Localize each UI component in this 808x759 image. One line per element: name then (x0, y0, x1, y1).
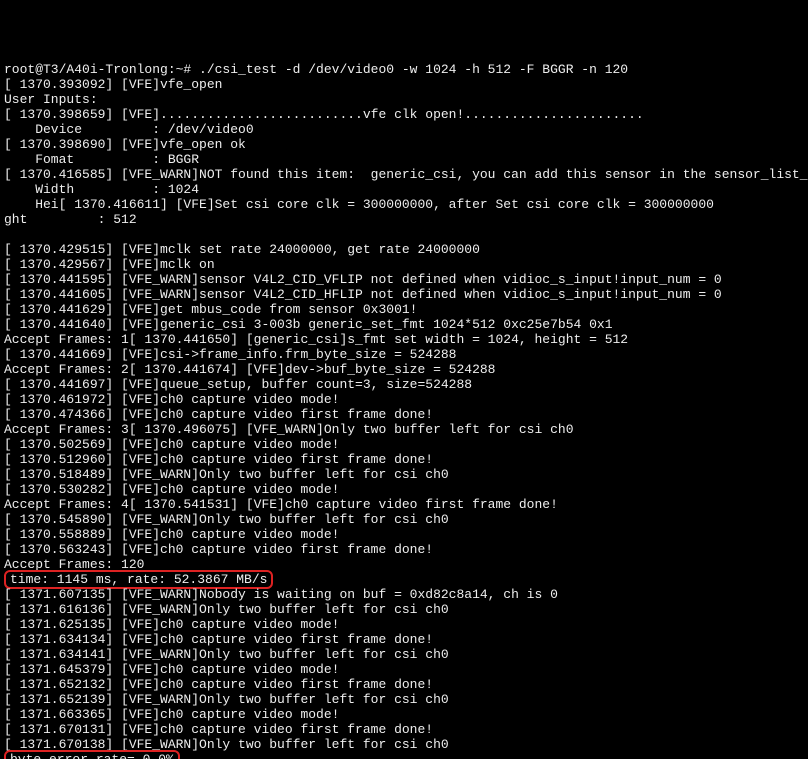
log-line: [ 1370.441669] [VFE]csi->frame_info.frm_… (4, 347, 456, 362)
log-line: Accept Frames: 2[ 1370.441674] [VFE]dev-… (4, 362, 495, 377)
log-line: [ 1370.461972] [VFE]ch0 capture video mo… (4, 392, 339, 407)
log-line: [ 1371.616136] [VFE_WARN]Only two buffer… (4, 602, 449, 617)
log-line: [ 1370.563243] [VFE]ch0 capture video fi… (4, 542, 433, 557)
log-line: [ 1371.634134] [VFE]ch0 capture video fi… (4, 632, 433, 647)
log-line: [ 1370.474366] [VFE]ch0 capture video fi… (4, 407, 433, 422)
log-line: [ 1370.545890] [VFE_WARN]Only two buffer… (4, 512, 449, 527)
log-line: [ 1371.663365] [VFE]ch0 capture video mo… (4, 707, 339, 722)
log-line: [ 1371.670131] [VFE]ch0 capture video fi… (4, 722, 433, 737)
log-line: Accept Frames: 3[ 1370.496075] [VFE_WARN… (4, 422, 574, 437)
log-line: [ 1370.502569] [VFE]ch0 capture video mo… (4, 437, 339, 452)
log-line: [ 1370.441640] [VFE]generic_csi 3-003b g… (4, 317, 613, 332)
terminal-output[interactable]: root@T3/A40i-Tronlong:~# ./csi_test -d /… (0, 60, 808, 759)
log-line: Accept Frames: 4[ 1370.541531] [VFE]ch0 … (4, 497, 558, 512)
log-line: [ 1371.652139] [VFE_WARN]Only two buffer… (4, 692, 449, 707)
log-line: [ 1370.393092] [VFE]vfe_open (4, 77, 222, 92)
log-line: [ 1371.634141] [VFE_WARN]Only two buffer… (4, 647, 449, 662)
log-line: Width : 1024 (4, 182, 199, 197)
log-line: [ 1370.416585] [VFE_WARN]NOT found this … (4, 167, 808, 182)
highlight-byte-error-rate: byte error rate= 0.0% (4, 750, 180, 759)
log-line: Device : /dev/video0 (4, 122, 254, 137)
log-line: [ 1371.652132] [VFE]ch0 capture video fi… (4, 677, 433, 692)
log-line: [ 1370.441697] [VFE]queue_setup, buffer … (4, 377, 472, 392)
log-line: Accept Frames: 1[ 1370.441650] [generic_… (4, 332, 628, 347)
log-line: [ 1370.441595] [VFE_WARN]sensor V4L2_CID… (4, 272, 722, 287)
log-line: User Inputs: (4, 92, 98, 107)
log-line: [ 1370.429515] [VFE]mclk set rate 240000… (4, 242, 480, 257)
log-line: [ 1371.607135] [VFE_WARN]Nobody is waiti… (4, 587, 558, 602)
log-line: Fomat : BGGR (4, 152, 199, 167)
log-line: [ 1370.530282] [VFE]ch0 capture video mo… (4, 482, 339, 497)
log-line: [ 1371.625135] [VFE]ch0 capture video mo… (4, 617, 339, 632)
log-line: [ 1370.441629] [VFE]get mbus_code from s… (4, 302, 417, 317)
log-line: [ 1370.441605] [VFE_WARN]sensor V4L2_CID… (4, 287, 722, 302)
log-line: [ 1370.558889] [VFE]ch0 capture video mo… (4, 527, 339, 542)
log-line: [ 1370.398690] [VFE]vfe_open ok (4, 137, 246, 152)
log-line: [ 1370.518489] [VFE_WARN]Only two buffer… (4, 467, 449, 482)
log-line: ght : 512 (4, 212, 137, 227)
command-line: root@T3/A40i-Tronlong:~# ./csi_test -d /… (4, 62, 628, 77)
log-line: [ 1370.512960] [VFE]ch0 capture video fi… (4, 452, 433, 467)
log-line: [ 1370.398659] [VFE]....................… (4, 107, 644, 122)
log-line: [ 1371.645379] [VFE]ch0 capture video mo… (4, 662, 339, 677)
log-line: [ 1370.429567] [VFE]mclk on (4, 257, 215, 272)
log-line: Hei[ 1370.416611] [VFE]Set csi core clk … (4, 197, 714, 212)
